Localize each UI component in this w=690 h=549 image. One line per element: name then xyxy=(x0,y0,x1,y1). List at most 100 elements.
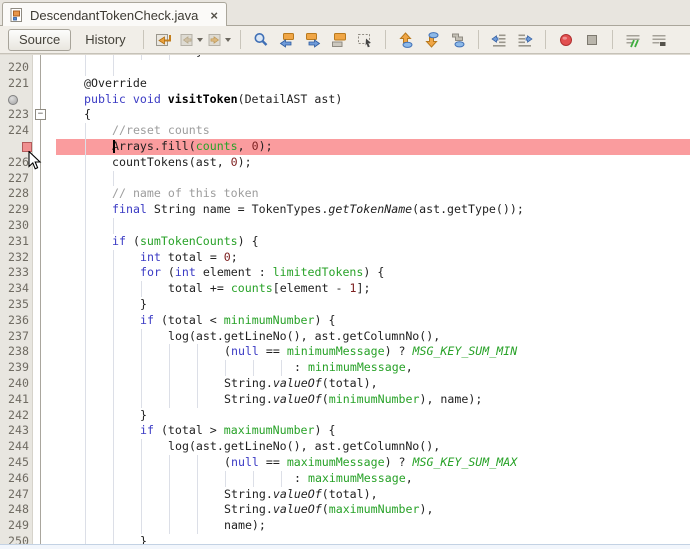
gutter-line-236[interactable]: 236 xyxy=(0,313,32,329)
code-line-244[interactable]: log(ast.getLineNo(), ast.getColumnNo(), xyxy=(56,439,690,455)
source-button[interactable]: Source xyxy=(8,29,71,51)
code-line-231[interactable]: if (sumTokenCounts) { xyxy=(56,234,690,250)
uncomment-icon[interactable] xyxy=(647,28,671,52)
gutter-line-249[interactable]: 249 xyxy=(0,518,32,534)
line-number-gutter[interactable]: 2192202212232242262272282292302312322332… xyxy=(0,55,33,549)
gutter-line-248[interactable]: 248 xyxy=(0,502,32,518)
back-dropdown-icon[interactable] xyxy=(197,38,203,42)
code-line-233[interactable]: for (int element : limitedTokens) { xyxy=(56,265,690,281)
code-line-224[interactable]: //reset counts xyxy=(56,123,690,139)
code-token: (total < xyxy=(154,313,224,327)
gutter-line-224[interactable]: 224 xyxy=(0,123,32,139)
code-line-235[interactable]: } xyxy=(56,297,690,313)
code-line-226[interactable]: countTokens(ast, 0); xyxy=(56,155,690,171)
gutter-line-244[interactable]: 244 xyxy=(0,439,32,455)
toggle-bookmark-icon[interactable] xyxy=(446,28,470,52)
gutter-line-239[interactable]: 239 xyxy=(0,360,32,376)
code-line-242[interactable]: } xyxy=(56,408,690,424)
comment-icon[interactable] xyxy=(621,28,645,52)
code-line-221[interactable]: @Override xyxy=(56,76,690,92)
code-line-234[interactable]: total += counts[element - 1]; xyxy=(56,281,690,297)
gutter-line-241[interactable]: 241 xyxy=(0,392,32,408)
gutter-line-240[interactable]: 240 xyxy=(0,376,32,392)
code-line-220[interactable] xyxy=(56,60,690,76)
code-token: // name of this token xyxy=(112,186,259,200)
code-line-236[interactable]: if (total < minimumNumber) { xyxy=(56,313,690,329)
gutter-line-245[interactable]: 245 xyxy=(0,455,32,471)
navigate-back-button[interactable] xyxy=(179,32,203,48)
code-line-230[interactable] xyxy=(56,218,690,234)
gutter-line-221[interactable]: 221 xyxy=(0,76,32,92)
indent-guides xyxy=(58,360,294,376)
code-line-222[interactable]: public void visitToken(DetailAST ast) xyxy=(56,92,690,108)
indent-guides xyxy=(58,297,140,313)
code-line-249[interactable]: name); xyxy=(56,518,690,534)
code-line-243[interactable]: if (total > maximumNumber) { xyxy=(56,423,690,439)
code-line-228[interactable]: // name of this token xyxy=(56,186,690,202)
tab-descendanttokencheck[interactable]: DescendantTokenCheck.java × xyxy=(2,2,227,27)
stop-macro-recording-icon[interactable] xyxy=(580,28,604,52)
code-token: ) ? xyxy=(385,455,413,469)
collapse-fold-icon[interactable]: − xyxy=(35,109,46,120)
gutter-line-243[interactable]: 243 xyxy=(0,423,32,439)
tab-close-icon[interactable]: × xyxy=(210,8,218,23)
gutter-line-238[interactable]: 238 xyxy=(0,344,32,360)
code-line-238[interactable]: (null == minimumMessage) ? MSG_KEY_SUM_M… xyxy=(56,344,690,360)
history-button[interactable]: History xyxy=(75,29,135,51)
code-line-246[interactable]: : maximumMessage, xyxy=(56,471,690,487)
toggle-rectangular-selection-icon[interactable] xyxy=(353,28,377,52)
find-selection-icon[interactable] xyxy=(249,28,273,52)
code-line-245[interactable]: (null == maximumMessage) ? MSG_KEY_SUM_M… xyxy=(56,455,690,471)
override-annotation-icon[interactable] xyxy=(8,95,18,105)
gutter-line-228[interactable]: 228 xyxy=(0,186,32,202)
code-line-247[interactable]: String.valueOf(total), xyxy=(56,487,690,503)
tab-bar: DescendantTokenCheck.java × xyxy=(0,0,690,26)
code-token: == xyxy=(259,455,287,469)
code-token: String. xyxy=(224,487,273,501)
indent-guides xyxy=(58,92,84,108)
start-macro-recording-icon[interactable] xyxy=(554,28,578,52)
code-line-240[interactable]: String.valueOf(total), xyxy=(56,376,690,392)
navigate-forward-button[interactable] xyxy=(207,32,231,48)
code-line-227[interactable] xyxy=(56,171,690,187)
code-line-239[interactable]: : minimumMessage, xyxy=(56,360,690,376)
code-line-248[interactable]: String.valueOf(maximumNumber), xyxy=(56,502,690,518)
gutter-line-242[interactable]: 242 xyxy=(0,408,32,424)
shift-line-right-icon[interactable] xyxy=(513,28,537,52)
code-line-229[interactable]: final String name = TokenTypes.getTokenN… xyxy=(56,202,690,218)
fold-cell-239 xyxy=(34,360,56,376)
forward-dropdown-icon[interactable] xyxy=(225,38,231,42)
jump-to-last-edit-icon[interactable] xyxy=(152,28,176,52)
gutter-line-237[interactable]: 237 xyxy=(0,329,32,345)
code-line-241[interactable]: String.valueOf(minimumNumber), name); xyxy=(56,392,690,408)
next-bookmark-icon[interactable] xyxy=(420,28,444,52)
code-folding-margin[interactable]: − xyxy=(34,55,56,549)
gutter-line-235[interactable]: 235 xyxy=(0,297,32,313)
find-next-occurrence-icon[interactable] xyxy=(301,28,325,52)
code-area[interactable]: } @Overridepublic void visitToken(DetailA… xyxy=(56,55,690,549)
gutter-line-246[interactable]: 246 xyxy=(0,471,32,487)
gutter-line-222[interactable] xyxy=(0,92,32,108)
code-token: MSG_KEY_SUM_MIN xyxy=(412,344,517,358)
gutter-line-232[interactable]: 232 xyxy=(0,250,32,266)
gutter-line-229[interactable]: 229 xyxy=(0,202,32,218)
indent-guides xyxy=(58,60,119,76)
code-line-237[interactable]: log(ast.getLineNo(), ast.getColumnNo(), xyxy=(56,329,690,345)
code-line-223[interactable]: { xyxy=(56,107,690,123)
previous-bookmark-icon[interactable] xyxy=(394,28,418,52)
gutter-line-233[interactable]: 233 xyxy=(0,265,32,281)
gutter-line-231[interactable]: 231 xyxy=(0,234,32,250)
code-line-225[interactable]: Arrays.fill(counts, 0); xyxy=(56,139,690,155)
code-token: log(ast.getLineNo(), ast.getColumnNo(), xyxy=(168,439,440,453)
gutter-line-220[interactable]: 220 xyxy=(0,60,32,76)
gutter-line-247[interactable]: 247 xyxy=(0,487,32,503)
gutter-line-234[interactable]: 234 xyxy=(0,281,32,297)
horizontal-scrollbar[interactable] xyxy=(0,544,690,549)
gutter-line-223[interactable]: 223 xyxy=(0,107,32,123)
shift-line-left-icon[interactable] xyxy=(487,28,511,52)
code-line-232[interactable]: int total = 0; xyxy=(56,250,690,266)
find-previous-occurrence-icon[interactable] xyxy=(275,28,299,52)
code-editor[interactable]: 2192202212232242262272282292302312322332… xyxy=(0,54,690,549)
gutter-line-230[interactable]: 230 xyxy=(0,218,32,234)
toggle-highlight-search-icon[interactable] xyxy=(327,28,351,52)
